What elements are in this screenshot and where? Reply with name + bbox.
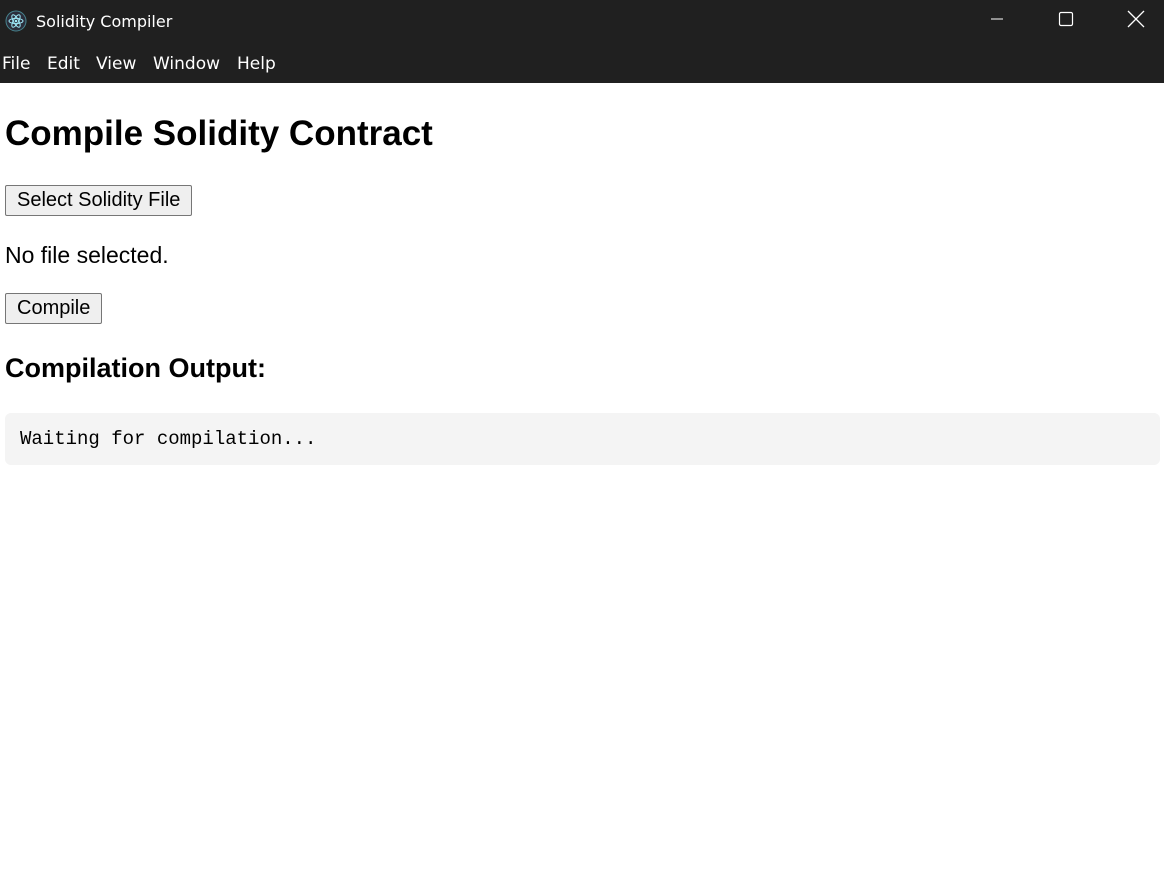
maximize-button[interactable] bbox=[1031, 0, 1101, 43]
output-panel: Waiting for compilation... bbox=[5, 413, 1160, 465]
file-status-text: No file selected. bbox=[5, 242, 169, 268]
output-text: Waiting for compilation... bbox=[20, 428, 317, 450]
menu-file[interactable]: File bbox=[2, 54, 30, 74]
output-heading: Compilation Output: bbox=[5, 353, 266, 383]
electron-icon bbox=[5, 10, 27, 32]
title-bar: Solidity Compiler bbox=[0, 0, 1164, 43]
menu-edit[interactable]: Edit bbox=[47, 54, 80, 74]
close-icon bbox=[1127, 10, 1145, 33]
window-title: Solidity Compiler bbox=[36, 12, 173, 31]
page-title: Compile Solidity Contract bbox=[5, 114, 433, 153]
select-file-button[interactable]: Select Solidity File bbox=[5, 185, 192, 216]
close-button[interactable] bbox=[1101, 0, 1164, 43]
minimize-icon bbox=[989, 11, 1005, 32]
maximize-icon bbox=[1058, 11, 1074, 32]
compile-button[interactable]: Compile bbox=[5, 293, 102, 324]
menu-bar: File Edit View Window Help bbox=[0, 43, 1164, 83]
menu-window[interactable]: Window bbox=[153, 54, 220, 74]
menu-view[interactable]: View bbox=[96, 54, 136, 74]
minimize-button[interactable] bbox=[962, 0, 1032, 43]
menu-help[interactable]: Help bbox=[237, 54, 276, 74]
